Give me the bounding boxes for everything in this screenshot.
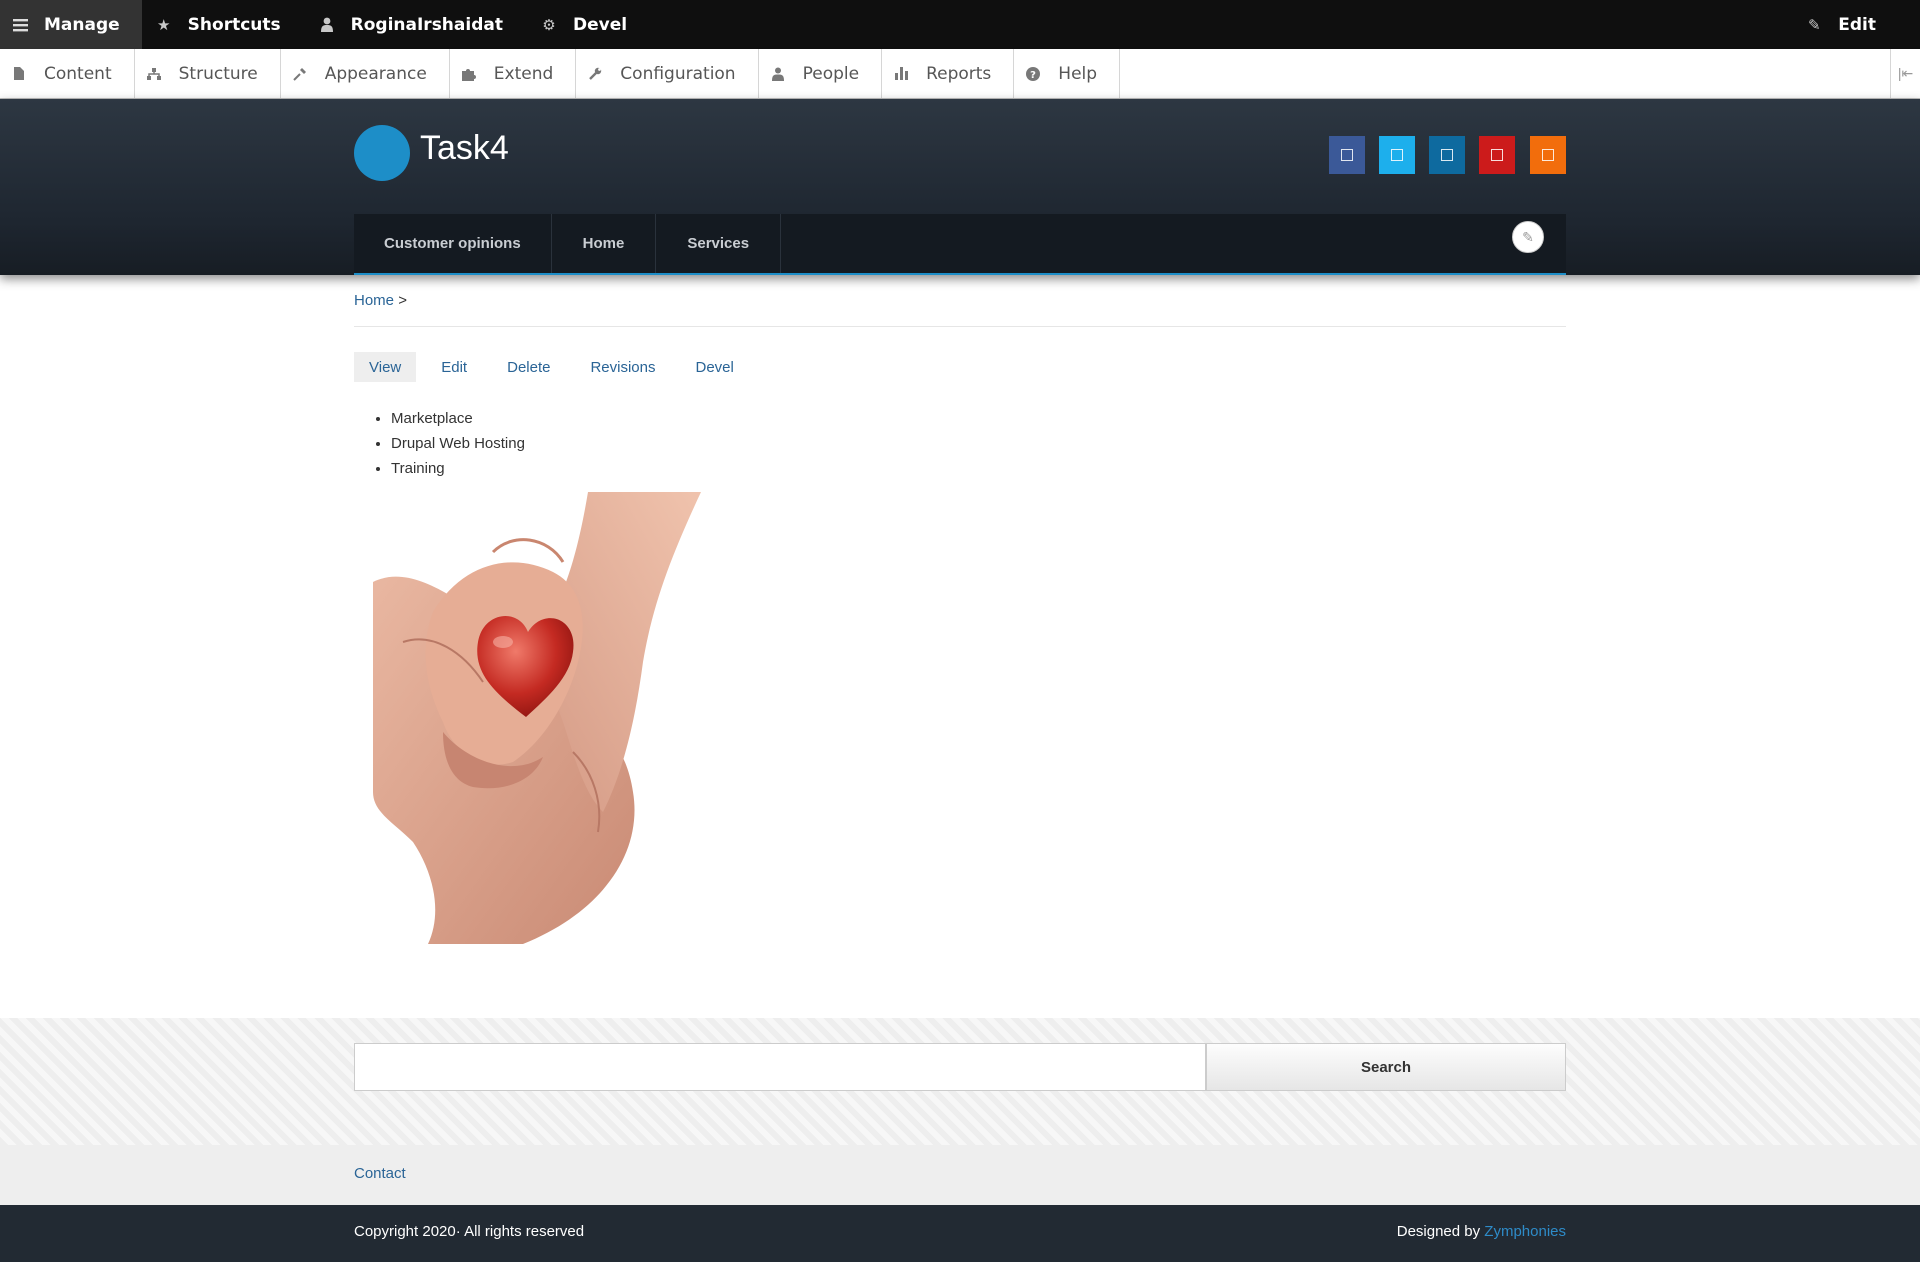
site-name[interactable]: Task4 <box>420 129 509 168</box>
tray-item-label: Reports <box>926 63 992 84</box>
footer-menu: Contact <box>0 1145 1920 1205</box>
paintbrush-icon <box>293 67 307 81</box>
tray-item-label: Configuration <box>620 63 736 84</box>
footer-bottom: Copyright 2020· All rights reserved Desi… <box>0 1205 1920 1262</box>
designed-by-label: Designed by <box>1396 1223 1481 1240</box>
nav-item-home[interactable]: Home <box>552 214 657 273</box>
nav-item-services[interactable]: Services <box>656 214 782 273</box>
file-icon <box>12 67 26 81</box>
tray-item-label: People <box>802 63 860 84</box>
tray-item-label: Appearance <box>324 63 427 84</box>
copyright-text: Copyright 2020· All rights reserved <box>354 1223 585 1240</box>
toolbar-user[interactable]: RoginaIrshaidat <box>305 0 527 49</box>
person-icon <box>771 67 785 81</box>
tab-view[interactable]: View <box>354 352 417 382</box>
search-input[interactable] <box>354 1043 1206 1091</box>
tray-item-extend[interactable]: Extend <box>450 49 577 98</box>
tab-devel[interactable]: Devel <box>681 352 749 382</box>
tray-item-label: Extend <box>493 63 554 84</box>
breadcrumb-divider <box>354 326 1566 327</box>
tab-edit[interactable]: Edit <box>426 352 482 382</box>
tray-item-configuration[interactable]: Configuration <box>576 49 759 98</box>
content-link-list: Marketplace Drupal Web Hosting Training <box>391 408 525 483</box>
list-item: Marketplace <box>391 408 525 433</box>
site-header: Task4 Customer opinions Home Services ✎ <box>0 99 1920 275</box>
toolbar-shortcuts[interactable]: ★ Shortcuts <box>142 0 305 49</box>
tray-item-content[interactable]: Content <box>0 49 135 98</box>
toolbar-devel[interactable]: ⚙ Devel <box>527 0 651 49</box>
contextual-edit-pencil-icon[interactable]: ✎ <box>1512 221 1544 253</box>
question-icon: ? <box>1026 66 1041 81</box>
toolbar-manage-label: Manage <box>44 14 120 35</box>
designed-by: Designed by Zymphonies <box>1397 1223 1566 1240</box>
tray-collapse-icon[interactable]: |⇤ <box>1890 49 1920 98</box>
tray-item-appearance[interactable]: Appearance <box>281 49 450 98</box>
tray-item-reports[interactable]: Reports <box>882 49 1015 98</box>
user-icon <box>319 17 335 33</box>
star-icon: ★ <box>156 15 171 34</box>
breadcrumb-home-link[interactable]: Home <box>354 292 394 309</box>
rss-icon[interactable] <box>1530 136 1566 174</box>
tray-item-structure[interactable]: Structure <box>135 49 281 98</box>
bar-chart-icon <box>894 67 908 81</box>
admin-toolbar: Manage ★ Shortcuts RoginaIrshaidat ⚙ Dev… <box>0 0 1920 49</box>
admin-tray: Content Structure Appearance Extend Conf… <box>0 49 1920 99</box>
site-logo[interactable] <box>354 125 410 181</box>
list-item: Training <box>391 458 525 483</box>
tray-item-people[interactable]: People <box>759 49 883 98</box>
footer-search-region: Search <box>0 1018 1920 1145</box>
main-navigation: Customer opinions Home Services ✎ <box>354 214 1566 275</box>
toolbar-shortcuts-label: Shortcuts <box>187 14 281 35</box>
puzzle-icon <box>461 67 476 81</box>
tray-item-label: Content <box>44 63 112 84</box>
local-tasks-tabs: View Edit Delete Revisions Devel <box>354 352 759 382</box>
youtube-icon[interactable] <box>1479 136 1515 174</box>
list-item: Drupal Web Hosting <box>391 433 525 458</box>
tab-revisions[interactable]: Revisions <box>575 352 670 382</box>
designer-link[interactable]: Zymphonies <box>1484 1223 1566 1240</box>
toolbar-devel-label: Devel <box>572 14 628 35</box>
hands-holding-heart-image <box>373 492 701 944</box>
sitemap-icon <box>146 67 161 81</box>
breadcrumb: Home > <box>354 292 407 309</box>
svg-text:?: ? <box>1030 70 1036 81</box>
toolbar-edit-label: Edit <box>1838 14 1876 35</box>
hamburger-menu-icon <box>12 17 28 33</box>
wrench-icon <box>588 67 602 81</box>
pencil-icon: ✎ <box>1807 15 1821 34</box>
tray-item-label: Help <box>1058 63 1098 84</box>
tray-item-label: Structure <box>178 63 258 84</box>
breadcrumb-separator: > <box>398 292 407 309</box>
toolbar-edit[interactable]: ✎ Edit <box>1792 0 1900 49</box>
tray-item-help[interactable]: ? Help <box>1014 49 1121 98</box>
toolbar-manage[interactable]: Manage <box>0 0 142 49</box>
facebook-icon[interactable] <box>1329 136 1365 174</box>
tab-delete[interactable]: Delete <box>492 352 565 382</box>
search-button[interactable]: Search <box>1206 1043 1566 1091</box>
twitter-icon[interactable] <box>1379 136 1415 174</box>
footer-contact-link[interactable]: Contact <box>354 1165 406 1182</box>
gear-icon: ⚙ <box>542 15 556 34</box>
linkedin-icon[interactable] <box>1429 136 1465 174</box>
toolbar-user-label: RoginaIrshaidat <box>350 14 503 35</box>
nav-item-customer-opinions[interactable]: Customer opinions <box>354 214 552 273</box>
